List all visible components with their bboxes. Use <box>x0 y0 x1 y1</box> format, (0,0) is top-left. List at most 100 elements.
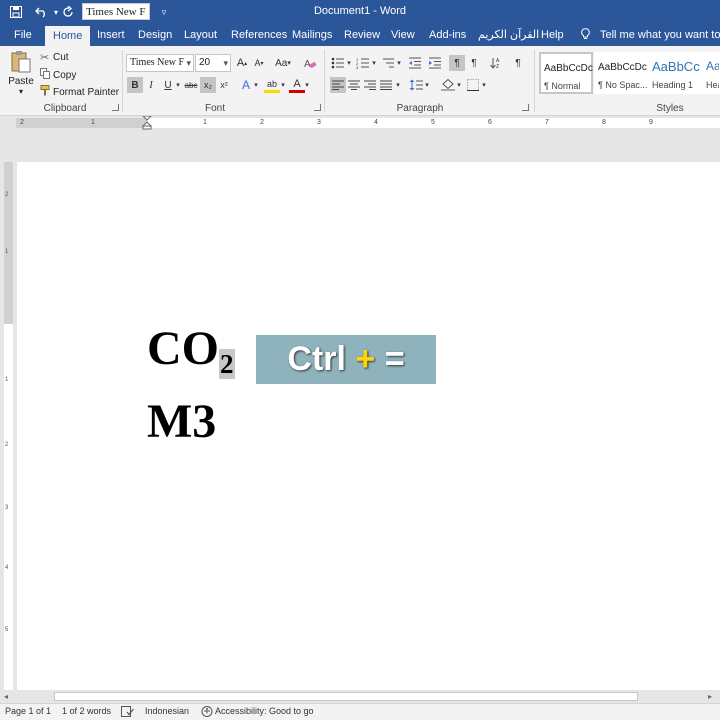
ruler-number: 1 <box>203 119 207 126</box>
document-page[interactable] <box>17 162 720 690</box>
paste-button[interactable]: Paste ▾ <box>8 50 34 98</box>
tab-quran[interactable]: القرآن الكريم <box>478 24 539 46</box>
proofing-icon[interactable] <box>121 706 134 719</box>
horizontal-scrollbar[interactable]: ◂ ▸ <box>0 690 720 703</box>
copy-label: Copy <box>53 69 77 81</box>
ribbon-tabs: File Home Insert Design Layout Reference… <box>0 24 720 46</box>
tab-mailings[interactable]: Mailings <box>292 24 332 46</box>
document-line-m3[interactable]: M3 <box>147 398 216 446</box>
highlight-button[interactable]: ab <box>264 77 280 93</box>
multilevel-list-icon[interactable] <box>380 55 396 71</box>
style-sample: AaBbCcDc <box>544 63 593 74</box>
tab-references[interactable]: References <box>231 24 287 46</box>
horizontal-ruler[interactable]: 2 1 1 2 3 4 5 6 7 8 9 <box>16 116 720 130</box>
justify-dropdown-icon[interactable]: ▾ <box>394 77 402 93</box>
clear-formatting-button[interactable]: A <box>302 55 318 71</box>
style-heading-1[interactable]: AaBbCc Heading 1 <box>648 52 702 94</box>
document-line-co2[interactable]: CO2 <box>147 325 235 379</box>
vruler-number: 1 <box>5 377 9 383</box>
numbering-icon[interactable]: 123 <box>355 55 371 71</box>
font-launcher-icon[interactable] <box>314 104 321 111</box>
group-divider <box>122 50 123 112</box>
tab-view[interactable]: View <box>391 24 415 46</box>
font-size-combo[interactable]: 20 ▾ <box>195 54 231 72</box>
font-color-dropdown-icon[interactable]: ▾ <box>303 77 311 93</box>
accessibility-icon[interactable] <box>201 706 213 719</box>
undo-dropdown-icon[interactable]: ▾ <box>52 4 60 20</box>
bullets-icon[interactable] <box>330 55 346 71</box>
tab-add-ins[interactable]: Add-ins <box>429 24 466 46</box>
text-effects-dropdown-icon[interactable]: ▾ <box>252 77 260 93</box>
tab-help[interactable]: Help <box>541 24 564 46</box>
ruler-number: 2 <box>20 119 24 126</box>
save-icon[interactable] <box>8 4 24 20</box>
align-left-icon[interactable] <box>330 77 346 93</box>
tell-me-search[interactable]: Tell me what you want to do <box>581 24 720 46</box>
status-accessibility[interactable]: Accessibility: Good to go <box>215 706 314 716</box>
lightbulb-icon <box>581 24 595 46</box>
subscript-button[interactable]: x₂ <box>200 77 216 93</box>
style-name: ¶ No Spac... <box>598 80 648 90</box>
tab-review[interactable]: Review <box>344 24 380 46</box>
scroll-right-icon[interactable]: ▸ <box>708 692 712 701</box>
ctrl-key: Ctrl <box>287 340 346 378</box>
style-heading-2[interactable]: AaB Head <box>702 52 720 94</box>
borders-dropdown-icon[interactable]: ▾ <box>480 77 488 93</box>
italic-button[interactable]: I <box>143 77 159 93</box>
bold-button[interactable]: B <box>127 77 143 93</box>
line-spacing-icon[interactable] <box>408 77 424 93</box>
numbering-dropdown-icon[interactable]: ▾ <box>370 55 378 71</box>
underline-dropdown-icon[interactable]: ▾ <box>174 77 182 93</box>
undo-icon[interactable] <box>32 4 52 20</box>
indent-marker-icon[interactable] <box>142 116 152 130</box>
show-formatting-button[interactable]: ¶ <box>510 55 526 71</box>
cut-button[interactable]: ✂ Cut <box>40 51 69 64</box>
status-word-count[interactable]: 1 of 2 words <box>62 706 111 716</box>
scissors-icon: ✂ <box>40 52 50 64</box>
justify-icon[interactable] <box>378 77 394 93</box>
format-painter-button[interactable]: Format Painter <box>40 85 119 99</box>
highlight-dropdown-icon[interactable]: ▾ <box>279 77 287 93</box>
svg-text:3: 3 <box>356 65 359 69</box>
strikethrough-button[interactable]: abc <box>183 77 199 93</box>
borders-icon[interactable] <box>465 77 481 93</box>
grow-font-button[interactable]: A ▴ <box>234 55 250 71</box>
shading-dropdown-icon[interactable]: ▾ <box>455 77 463 93</box>
bullets-dropdown-icon[interactable]: ▾ <box>345 55 353 71</box>
clipboard-launcher-icon[interactable] <box>112 104 119 111</box>
tab-insert[interactable]: Insert <box>97 24 125 46</box>
redo-icon[interactable] <box>60 4 76 20</box>
tab-file[interactable]: File <box>14 24 32 46</box>
sort-icon[interactable]: AZ <box>488 55 504 71</box>
status-language[interactable]: Indonesian <box>145 706 189 716</box>
scroll-thumb[interactable] <box>54 692 638 701</box>
vertical-ruler[interactable]: 2 1 1 2 3 4 5 <box>4 162 13 690</box>
shrink-font-button[interactable]: A ▾ <box>251 55 267 71</box>
shading-icon[interactable] <box>440 77 456 93</box>
style-normal[interactable]: AaBbCcDc ¶ Normal <box>539 52 593 94</box>
increase-indent-icon[interactable] <box>427 55 443 71</box>
align-center-icon[interactable] <box>346 77 362 93</box>
paintbrush-icon <box>40 85 53 99</box>
multilevel-dropdown-icon[interactable]: ▾ <box>395 55 403 71</box>
style-no-spacing[interactable]: AaBbCcDc ¶ No Spac... <box>594 52 648 94</box>
change-case-button[interactable]: Aa ▾ <box>272 55 294 71</box>
line-spacing-dropdown-icon[interactable]: ▾ <box>423 77 431 93</box>
font-name-combo[interactable]: Times New F ▾ <box>126 54 194 72</box>
tab-design[interactable]: Design <box>138 24 172 46</box>
align-right-icon[interactable] <box>362 77 378 93</box>
copy-button[interactable]: Copy <box>40 68 76 82</box>
tab-home[interactable]: Home <box>45 26 91 46</box>
superscript-button[interactable]: x² <box>216 77 232 93</box>
tab-layout[interactable]: Layout <box>184 24 217 46</box>
qat-font-box[interactable]: Times New F <box>82 3 150 20</box>
paragraph-launcher-icon[interactable] <box>522 104 529 111</box>
shortcut-overlay: Ctrl + = <box>256 335 436 384</box>
customize-qat-icon[interactable]: ▿ <box>158 4 170 20</box>
scroll-left-icon[interactable]: ◂ <box>4 692 8 701</box>
decrease-indent-icon[interactable] <box>407 55 423 71</box>
rtl-direction-icon[interactable]: ¶ <box>466 55 482 71</box>
status-page[interactable]: Page 1 of 1 <box>5 706 51 716</box>
selected-subscript-2[interactable]: 2 <box>219 349 235 379</box>
ltr-direction-icon[interactable]: ¶ <box>449 55 465 71</box>
